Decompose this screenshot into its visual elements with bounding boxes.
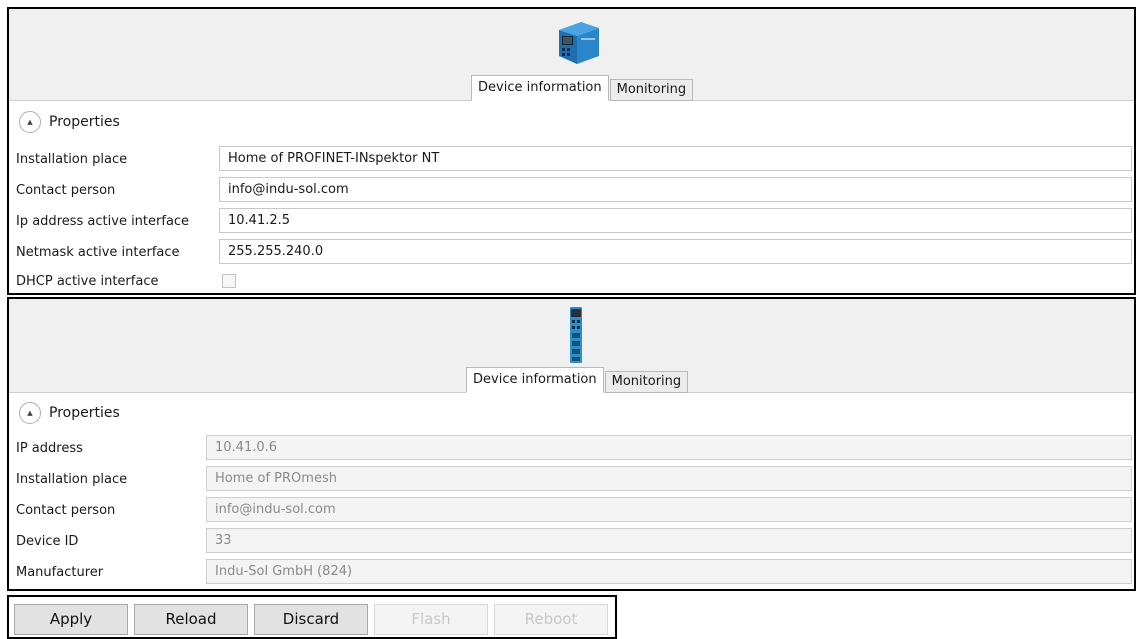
row-label: Contact person xyxy=(16,183,116,198)
contact-person-input[interactable]: info@indu-sol.com xyxy=(219,177,1132,202)
device-header: Device information Monitoring xyxy=(9,299,1134,393)
properties-section-header: ▲ Properties xyxy=(19,402,120,424)
reload-button[interactable]: Reload xyxy=(134,604,248,635)
installation-place-input[interactable]: Home of PROFINET-INspektor NT xyxy=(219,146,1132,171)
row-label: Netmask active interface xyxy=(16,245,180,260)
reboot-button[interactable]: Reboot xyxy=(494,604,608,635)
manufacturer-field: Indu-Sol GmbH (824) xyxy=(206,559,1132,584)
collapse-up-icon[interactable]: ▲ xyxy=(19,402,41,424)
property-row: IP address 10.41.0.6 xyxy=(9,435,1134,463)
row-label: Device ID xyxy=(16,534,79,549)
collapse-up-icon[interactable]: ▲ xyxy=(19,111,41,133)
ip-address-input[interactable]: 10.41.2.5 xyxy=(219,208,1132,233)
dhcp-checkbox[interactable] xyxy=(222,274,236,288)
device-panel-promesh: Device information Monitoring ▲ Properti… xyxy=(7,297,1136,591)
properties-label: Properties xyxy=(49,405,120,421)
property-row: Device ID 33 xyxy=(9,528,1134,556)
installation-place-field: Home of PROmesh xyxy=(206,466,1132,491)
action-toolbar: Apply Reload Discard Flash Reboot xyxy=(7,595,617,639)
property-row: Contact person info@indu-sol.com xyxy=(9,497,1134,525)
tab-device-information[interactable]: Device information xyxy=(466,367,604,393)
device-header: Device information Monitoring xyxy=(9,9,1134,101)
device-panel-inspektor: Device information Monitoring ▲ Properti… xyxy=(7,7,1136,295)
properties-section-header: ▲ Properties xyxy=(19,111,120,133)
apply-button[interactable]: Apply xyxy=(14,604,128,635)
netmask-input[interactable]: 255.255.240.0 xyxy=(219,239,1132,264)
property-row: Netmask active interface 255.255.240.0 xyxy=(9,239,1134,267)
tab-monitoring[interactable]: Monitoring xyxy=(609,79,694,101)
row-label: Manufacturer xyxy=(16,565,104,580)
ip-address-field: 10.41.0.6 xyxy=(206,435,1132,460)
property-row: Contact person info@indu-sol.com xyxy=(9,177,1134,205)
row-label: Installation place xyxy=(16,472,128,487)
row-label: Contact person xyxy=(16,503,116,518)
tab-monitoring[interactable]: Monitoring xyxy=(604,371,689,393)
tab-device-information[interactable]: Device information xyxy=(471,75,609,101)
property-row: Manufacturer Indu-Sol GmbH (824) xyxy=(9,559,1134,587)
row-label: Installation place xyxy=(16,152,128,167)
row-label: DHCP active interface xyxy=(16,274,159,289)
device-id-field: 33 xyxy=(206,528,1132,553)
tab-bar: Device information Monitoring xyxy=(471,75,694,101)
properties-label: Properties xyxy=(49,114,120,130)
device-cube-icon xyxy=(559,22,599,64)
property-row: DHCP active interface xyxy=(9,268,1134,293)
contact-person-field: info@indu-sol.com xyxy=(206,497,1132,522)
row-label: IP address xyxy=(16,441,83,456)
property-row: Installation place Home of PROFINET-INsp… xyxy=(9,146,1134,174)
discard-button[interactable]: Discard xyxy=(254,604,368,635)
flash-button[interactable]: Flash xyxy=(374,604,488,635)
property-row: Ip address active interface 10.41.2.5 xyxy=(9,208,1134,236)
tab-bar: Device information Monitoring xyxy=(466,367,689,393)
switch-device-icon xyxy=(570,307,582,363)
property-row: Installation place Home of PROmesh xyxy=(9,466,1134,494)
row-label: Ip address active interface xyxy=(16,214,190,229)
